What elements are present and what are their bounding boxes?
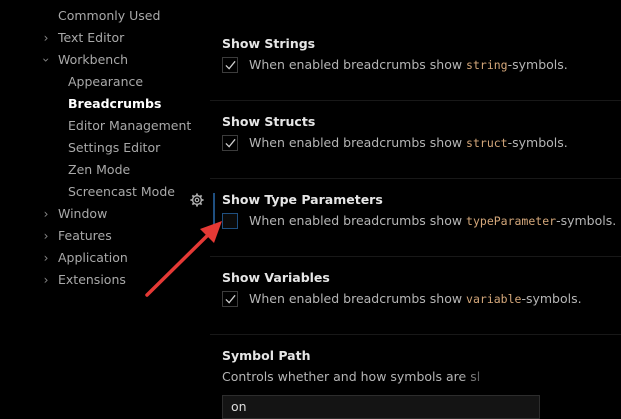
sidebar-item-zen-mode[interactable]: Zen Mode	[68, 160, 130, 180]
setting-title-show-strings: Show Strings	[222, 36, 316, 51]
sidebar-item-extensions[interactable]: Extensions	[58, 270, 126, 290]
description-suffix: -symbols.	[507, 135, 568, 150]
show-structs-checkbox[interactable]	[222, 135, 238, 151]
setting-description: When enabled breadcrumbs show variable-s…	[249, 291, 582, 306]
sidebar-item-workbench[interactable]: Workbench	[58, 50, 128, 70]
setting-title-show-variables: Show Variables	[222, 270, 330, 285]
setting-description: When enabled breadcrumbs show string-sym…	[249, 57, 568, 72]
sidebar-item-label: Text Editor	[58, 30, 125, 45]
description-text: When enabled breadcrumbs show	[249, 57, 467, 72]
chevron-right-icon[interactable]: ›	[40, 270, 52, 290]
sidebar-item-features[interactable]: Features	[58, 226, 112, 246]
check-icon	[225, 60, 236, 70]
setting-description: When enabled breadcrumbs show struct-sym…	[249, 135, 568, 150]
chevron-right-icon[interactable]: ›	[40, 248, 52, 268]
setting-title-show-type-parameters: Show Type Parameters	[222, 192, 383, 207]
setting-title-symbol-path: Symbol Path	[222, 348, 311, 363]
chevron-down-icon[interactable]: ›	[36, 54, 56, 66]
setting-description: When enabled breadcrumbs show typeParame…	[249, 213, 616, 228]
sidebar-item-label: Extensions	[58, 272, 126, 287]
description-code: string	[466, 58, 508, 72]
description-text: When enabled breadcrumbs show	[249, 213, 467, 228]
sidebar-item-appearance[interactable]: Appearance	[68, 72, 143, 92]
symbol-path-select[interactable]: on	[222, 395, 540, 419]
sidebar-item-label: Window	[58, 206, 108, 221]
red-arrow-annotation	[145, 221, 222, 297]
check-icon	[225, 138, 236, 148]
sidebar-item-label: Workbench	[58, 52, 128, 67]
sidebar-item-window[interactable]: Window	[58, 204, 107, 224]
chevron-right-icon[interactable]: ›	[40, 204, 52, 224]
chevron-right-icon[interactable]: ›	[40, 28, 52, 48]
description-suffix: -symbols.	[521, 291, 582, 306]
description-suffix: -symbols.	[507, 57, 568, 72]
sidebar-item-text-editor[interactable]: Text Editor	[58, 28, 124, 48]
sidebar-item-label: Application	[58, 250, 128, 265]
sidebar-item-screencast-mode[interactable]: Screencast Mode	[68, 182, 175, 202]
text-fade-overlay	[460, 365, 510, 389]
description-text: When enabled breadcrumbs show	[249, 135, 467, 150]
sidebar-item-label: Zen Mode	[68, 162, 131, 177]
sidebar-item-label: Appearance	[68, 74, 144, 89]
section-divider	[210, 334, 621, 335]
sidebar-item-editor-management[interactable]: Editor Management	[68, 116, 191, 136]
sidebar-item-label: Editor Management	[68, 118, 192, 133]
sidebar-item-label: Settings Editor	[68, 140, 161, 155]
sidebar-item-label: Commonly Used	[58, 8, 161, 23]
setting-description: Controls whether and how symbols are sl	[222, 369, 481, 384]
description-code: typeParameter	[466, 214, 557, 228]
sidebar-item-settings-editor[interactable]: Settings Editor	[68, 138, 160, 158]
sidebar-item-breadcrumbs[interactable]: Breadcrumbs	[68, 94, 161, 114]
section-divider	[210, 100, 621, 101]
sidebar-item-commonly-used[interactable]: Commonly Used	[58, 6, 160, 26]
chevron-right-icon[interactable]: ›	[40, 226, 52, 246]
show-strings-checkbox[interactable]	[222, 57, 238, 73]
description-text: When enabled breadcrumbs show	[249, 291, 467, 306]
description-code: variable	[466, 292, 522, 306]
sidebar-item-label: Breadcrumbs	[68, 96, 162, 111]
description-code: struct	[466, 136, 508, 150]
sidebar-item-label: Features	[58, 228, 112, 243]
section-divider	[210, 256, 621, 257]
section-divider	[210, 178, 621, 179]
select-value: on	[231, 399, 247, 414]
sidebar-item-label: Screencast Mode	[68, 184, 175, 199]
gear-icon[interactable]	[190, 193, 204, 207]
setting-title-show-structs: Show Structs	[222, 114, 316, 129]
description-suffix: -symbols.	[556, 213, 617, 228]
sidebar-item-application[interactable]: Application	[58, 248, 128, 268]
